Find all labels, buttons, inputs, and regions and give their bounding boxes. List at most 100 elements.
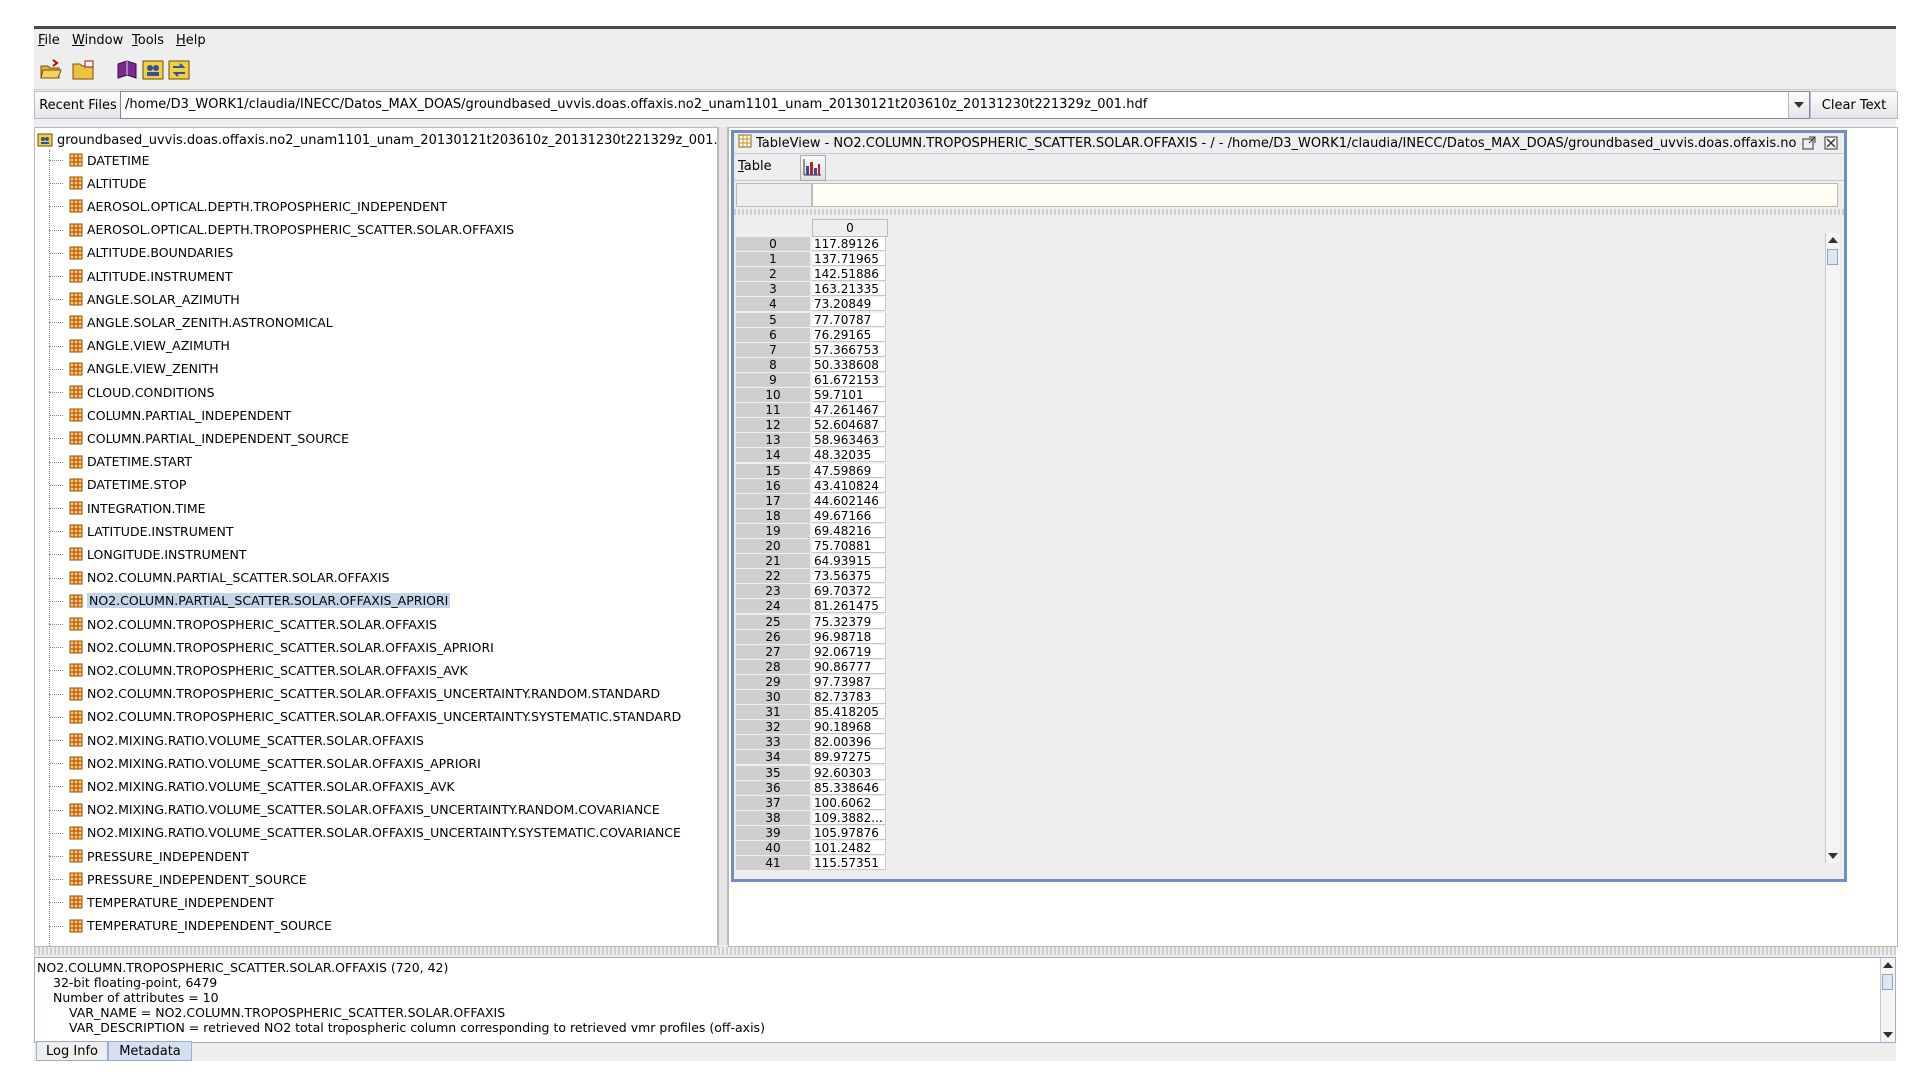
tree-item[interactable]: DATETIME.STOP: [49, 475, 186, 495]
table-cell[interactable]: 59.7101: [812, 388, 886, 402]
row-header[interactable]: 33: [736, 735, 810, 751]
menu-table[interactable]: Table: [738, 159, 772, 174]
table-cell[interactable]: 92.06719: [812, 644, 886, 659]
table-cell[interactable]: 69.70372: [812, 584, 886, 599]
tree-item[interactable]: NO2.MIXING.RATIO.VOLUME_SCATTER.SOLAR.OF…: [49, 776, 455, 796]
horizontal-splitter[interactable]: [34, 947, 1896, 955]
menu-help[interactable]: Help: [176, 33, 206, 48]
recent-files-button[interactable]: Recent Files: [34, 91, 122, 119]
row-header[interactable]: 34: [736, 750, 810, 766]
table-cell[interactable]: 76.29165: [812, 327, 886, 342]
tree-item[interactable]: COLUMN.PARTIAL_INDEPENDENT: [49, 405, 291, 425]
table-cell[interactable]: 89.97275: [812, 750, 886, 765]
table-cell[interactable]: 97.73987: [812, 674, 886, 689]
table-cell[interactable]: 73.20849: [812, 297, 886, 312]
table-cell[interactable]: 117.89126: [812, 237, 886, 251]
scroll-down-icon[interactable]: [1883, 1032, 1893, 1038]
tableview-titlebar[interactable]: TableView - NO2.COLUMN.TROPOSPHERIC_SCAT…: [734, 133, 1844, 154]
tree-item[interactable]: NO2.COLUMN.TROPOSPHERIC_SCATTER.SOLAR.OF…: [49, 660, 468, 680]
row-header[interactable]: 17: [736, 493, 810, 509]
scroll-thumb[interactable]: [1882, 974, 1893, 990]
table-cell[interactable]: 100.6062: [812, 795, 886, 810]
tree-item[interactable]: PRESSURE_INDEPENDENT_SOURCE: [49, 869, 307, 889]
maximize-icon[interactable]: [1802, 136, 1816, 153]
tree-item[interactable]: TEMPERATURE_INDEPENDENT_SOURCE: [49, 916, 332, 936]
table-cell[interactable]: 142.51886: [812, 267, 886, 282]
chevron-down-icon[interactable]: [1788, 92, 1809, 118]
row-header[interactable]: 25: [736, 614, 810, 630]
row-header[interactable]: 8: [736, 357, 810, 373]
row-header[interactable]: 13: [736, 433, 810, 449]
row-header[interactable]: 12: [736, 418, 810, 434]
table-cell[interactable]: 109.3882...: [812, 810, 886, 825]
table-cell[interactable]: 101.2482: [812, 841, 886, 855]
row-header[interactable]: 27: [736, 644, 810, 660]
row-header[interactable]: 15: [736, 463, 810, 479]
info-scrollbar[interactable]: [1880, 958, 1895, 1042]
row-header[interactable]: 41: [736, 856, 810, 871]
tree-item[interactable]: COLUMN.PARTIAL_INDEPENDENT_SOURCE: [49, 428, 349, 448]
file-path-combo[interactable]: /home/D3_WORK1/claudia/INECC/Datos_MAX_D…: [120, 91, 1810, 119]
tree-item[interactable]: NO2.COLUMN.TROPOSPHERIC_SCATTER.SOLAR.OF…: [49, 707, 681, 727]
tab-log-info[interactable]: Log Info: [36, 1041, 108, 1061]
scroll-up-icon[interactable]: [1883, 962, 1893, 968]
row-header[interactable]: 21: [736, 554, 810, 570]
row-header[interactable]: 29: [736, 674, 810, 690]
tree-item[interactable]: ANGLE.SOLAR_AZIMUTH: [49, 289, 240, 309]
tree-item[interactable]: ALTITUDE.INSTRUMENT: [49, 266, 233, 286]
row-header[interactable]: 4: [736, 297, 810, 313]
table-cell[interactable]: 85.338646: [812, 780, 886, 795]
row-header[interactable]: 2: [736, 267, 810, 283]
row-header[interactable]: 36: [736, 780, 810, 796]
tree-item[interactable]: NO2.COLUMN.TROPOSPHERIC_SCATTER.SOLAR.OF…: [49, 684, 660, 704]
column-header[interactable]: 0: [812, 219, 888, 237]
hdf5-library-button[interactable]: [164, 55, 194, 85]
row-header[interactable]: 24: [736, 599, 810, 615]
table-cell[interactable]: 43.410824: [812, 478, 886, 493]
row-header[interactable]: 10: [736, 388, 810, 403]
table-cell[interactable]: 75.32379: [812, 614, 886, 629]
table-cell[interactable]: 61.672153: [812, 372, 886, 387]
scroll-down-icon[interactable]: [1828, 853, 1838, 859]
row-header[interactable]: 30: [736, 690, 810, 705]
table-cell[interactable]: 96.98718: [812, 629, 886, 644]
row-header[interactable]: 37: [736, 795, 810, 811]
file-path-text[interactable]: /home/D3_WORK1/claudia/INECC/Datos_MAX_D…: [125, 97, 1147, 112]
tree-root-file[interactable]: groundbased_uvvis.doas.offaxis.no2_unam1…: [37, 130, 717, 150]
tree-item[interactable]: NO2.MIXING.RATIO.VOLUME_SCATTER.SOLAR.OF…: [49, 823, 681, 843]
table-cell[interactable]: 90.86777: [812, 659, 886, 674]
table-cell[interactable]: 69.48216: [812, 523, 886, 538]
open-folder-button[interactable]: [68, 55, 98, 85]
tree-item[interactable]: CLOUD.CONDITIONS: [49, 382, 215, 402]
row-header[interactable]: 0: [736, 237, 810, 252]
tree-item[interactable]: NO2.MIXING.RATIO.VOLUME_SCATTER.SOLAR.OF…: [49, 753, 481, 773]
tree-item[interactable]: NO2.MIXING.RATIO.VOLUME_SCATTER.SOLAR.OF…: [49, 730, 424, 750]
table-cell[interactable]: 73.56375: [812, 569, 886, 584]
table-cell[interactable]: 81.261475: [812, 599, 886, 614]
vertical-splitter[interactable]: [718, 127, 728, 945]
table-cell[interactable]: 50.338608: [812, 357, 886, 372]
table-cell[interactable]: 77.70787: [812, 312, 886, 327]
tree-item[interactable]: NO2.COLUMN.TROPOSPHERIC_SCATTER.SOLAR.OF…: [49, 614, 437, 634]
table-cell[interactable]: 58.963463: [812, 433, 886, 448]
table-cell[interactable]: 92.60303: [812, 765, 886, 780]
tree-item[interactable]: NO2.COLUMN.PARTIAL_SCATTER.SOLAR.OFFAXIS…: [49, 591, 451, 611]
table-cell[interactable]: 49.67166: [812, 508, 886, 523]
row-header[interactable]: 26: [736, 629, 810, 645]
row-header[interactable]: 20: [736, 539, 810, 554]
menu-window[interactable]: Window: [72, 33, 123, 48]
table-cell[interactable]: 48.32035: [812, 448, 886, 463]
row-header[interactable]: 23: [736, 584, 810, 600]
cell-value-field[interactable]: [812, 183, 1838, 207]
tree-item[interactable]: LATITUDE.INSTRUMENT: [49, 521, 234, 541]
tree-item[interactable]: ALTITUDE: [49, 173, 146, 193]
table-cell[interactable]: 64.93915: [812, 554, 886, 569]
row-header[interactable]: 9: [736, 372, 810, 388]
table-cell[interactable]: 44.602146: [812, 493, 886, 508]
tree-item[interactable]: NO2.COLUMN.PARTIAL_SCATTER.SOLAR.OFFAXIS: [49, 568, 389, 588]
tree-item[interactable]: ANGLE.VIEW_AZIMUTH: [49, 336, 230, 356]
row-header[interactable]: 22: [736, 569, 810, 585]
clear-text-button[interactable]: Clear Text: [1810, 91, 1898, 119]
table-cell[interactable]: 90.18968: [812, 720, 886, 735]
row-header[interactable]: 14: [736, 448, 810, 464]
